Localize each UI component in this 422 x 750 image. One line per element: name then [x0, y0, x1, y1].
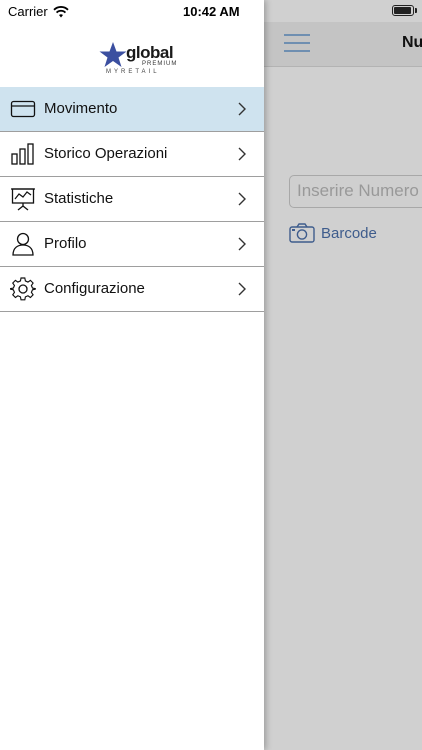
drawer-menu: Movimento Storico Operazioni Statistiche…	[0, 87, 264, 312]
user-icon	[12, 232, 34, 256]
carrier-label: Carrier	[8, 4, 48, 19]
carrier-info: Carrier	[8, 4, 69, 19]
star-icon	[99, 42, 127, 67]
menu-item-label: Movimento	[44, 100, 118, 117]
barcode-label: Barcode	[321, 224, 377, 242]
chevron-right-icon	[238, 147, 246, 161]
presentation-chart-icon	[11, 188, 35, 211]
menu-item-label: Profilo	[44, 235, 87, 252]
chevron-right-icon	[238, 237, 246, 251]
menu-item-statistiche[interactable]: Statistiche	[0, 177, 264, 222]
brand-logo: global PREMIUM MYRETAIL	[96, 40, 176, 78]
clock: 10:42 AM	[183, 4, 240, 19]
camera-icon	[289, 223, 315, 243]
status-bar: Carrier 10:42 AM	[0, 0, 264, 22]
logo-product-text: MYRETAIL	[106, 69, 160, 75]
logo-brand-text: global	[126, 43, 174, 62]
menu-item-configurazione[interactable]: Configurazione	[0, 267, 264, 312]
status-bar-right	[264, 0, 422, 22]
battery-tip	[415, 8, 417, 13]
logo-tier-text: PREMIUM	[142, 61, 178, 67]
menu-item-label: Statistiche	[44, 190, 114, 207]
chevron-right-icon	[238, 282, 246, 296]
menu-item-label: Storico Operazioni	[44, 145, 168, 162]
battery-icon	[392, 5, 414, 16]
side-drawer: Carrier 10:42 AM global PREMIUM MYRETAIL…	[0, 0, 264, 750]
number-input[interactable]	[290, 176, 422, 201]
gear-icon	[10, 277, 36, 301]
card-icon	[10, 100, 36, 118]
wifi-icon	[53, 5, 69, 17]
menu-item-profilo[interactable]: Profilo	[0, 222, 264, 267]
bar-chart-icon	[11, 143, 34, 165]
chevron-right-icon	[238, 102, 246, 116]
hamburger-menu-icon[interactable]	[284, 34, 310, 52]
chevron-right-icon	[238, 192, 246, 206]
menu-item-movimento[interactable]: Movimento	[0, 87, 264, 132]
barcode-button[interactable]: Barcode	[289, 221, 377, 245]
main-screen-overlay[interactable]: Nu Barcode	[264, 0, 422, 750]
page-title: Nu	[402, 34, 422, 51]
number-search-field[interactable]	[289, 175, 422, 208]
menu-item-storico-operazioni[interactable]: Storico Operazioni	[0, 132, 264, 177]
menu-item-label: Configurazione	[44, 280, 145, 297]
